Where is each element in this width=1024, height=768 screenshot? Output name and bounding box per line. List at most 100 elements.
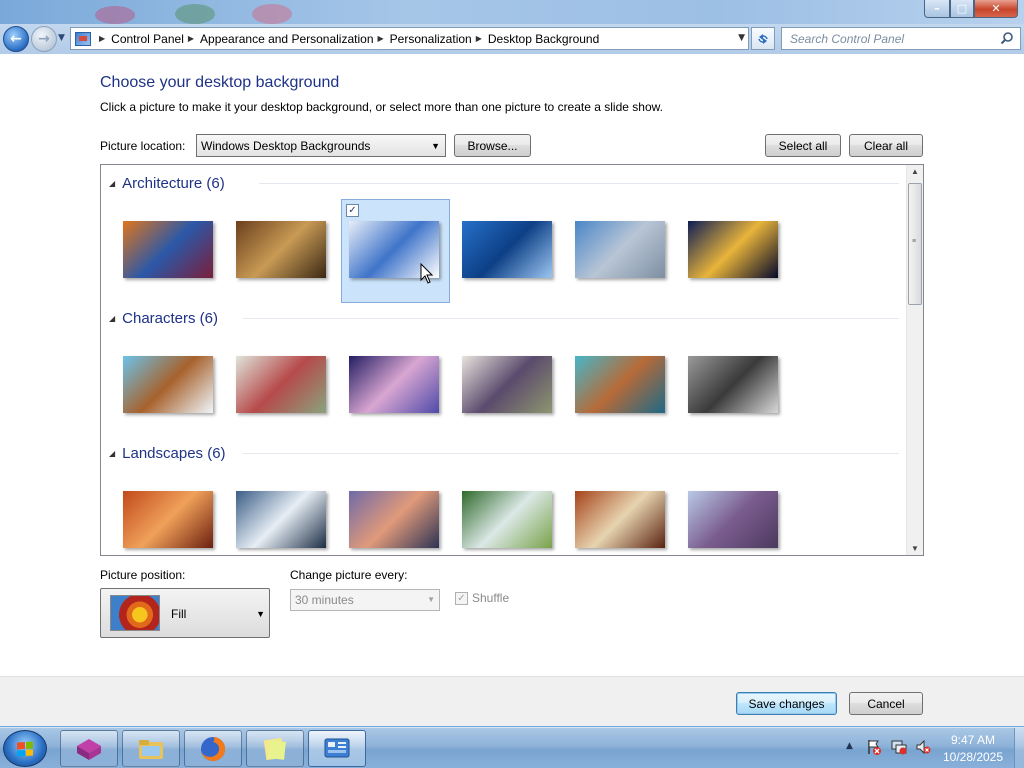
refresh-icon xyxy=(758,33,768,44)
picture-thumbnail-landscapes-5[interactable] xyxy=(575,491,665,548)
taskbar-control-panel[interactable] xyxy=(308,730,366,767)
taskbar-wallpaper-app[interactable] xyxy=(60,730,118,767)
search-icon[interactable] xyxy=(1000,31,1014,45)
save-changes-button[interactable]: Save changes xyxy=(736,692,837,715)
picture-thumbnail-characters-5[interactable] xyxy=(575,356,665,413)
control-panel-icon xyxy=(324,738,350,757)
gallery-scrollbar[interactable]: ▲ ≡ ▼ xyxy=(906,165,923,555)
forward-button[interactable]: → xyxy=(31,26,57,52)
picture-thumbnail-architecture-6[interactable] xyxy=(688,221,778,278)
group-header[interactable]: ◢ Characters (6) xyxy=(109,308,218,328)
main-content: Choose your desktop background Click a p… xyxy=(0,54,1024,676)
show-hidden-icons-button[interactable]: ▲ xyxy=(846,741,853,751)
chevron-right-icon[interactable]: ▶ xyxy=(378,34,384,43)
position-preview-thumbnail xyxy=(110,595,160,631)
page-subtitle: Click a picture to make it your desktop … xyxy=(100,100,663,114)
picture-thumbnail-characters-6[interactable] xyxy=(688,356,778,413)
collapse-triangle-icon[interactable]: ◢ xyxy=(109,314,115,323)
scrollbar-thumb[interactable]: ≡ xyxy=(908,183,922,305)
chevron-down-icon: ▼ xyxy=(256,609,265,619)
picture-thumbnail-landscapes-3[interactable] xyxy=(349,491,439,548)
picture-position-value: Fill xyxy=(171,607,187,621)
scroll-up-icon[interactable]: ▲ xyxy=(911,167,919,176)
cancel-button[interactable]: Cancel xyxy=(849,692,923,715)
picture-checkbox[interactable]: ✓ xyxy=(346,204,359,217)
picture-thumbnail-landscapes-2[interactable] xyxy=(236,491,326,548)
dialog-footer: Save changes Cancel xyxy=(0,676,1024,726)
address-bar[interactable]: ▶ Control Panel ▶ Appearance and Persona… xyxy=(70,27,749,50)
breadcrumb-desktop-background[interactable]: Desktop Background xyxy=(488,32,599,46)
chevron-down-icon: ▼ xyxy=(427,595,435,604)
interval-value: 30 minutes xyxy=(295,593,354,607)
start-button[interactable] xyxy=(3,730,47,767)
grip-icon: ≡ xyxy=(912,238,917,245)
taskbar: ▲ 9:47 AM 10/28/2025 xyxy=(0,727,1024,768)
picture-location-select[interactable]: Windows Desktop Backgrounds ▼ xyxy=(196,134,446,157)
browse-button[interactable]: Browse... xyxy=(454,134,531,157)
picture-position-select[interactable]: Fill ▼ xyxy=(100,588,270,638)
picture-thumbnail-characters-3[interactable] xyxy=(349,356,439,413)
breadcrumb-personalization[interactable]: Personalization xyxy=(390,32,472,46)
action-center-icon[interactable] xyxy=(866,739,882,755)
group-header[interactable]: ◢ Landscapes (6) xyxy=(109,443,226,463)
picture-location-label: Picture location: xyxy=(100,139,186,153)
control-panel-icon xyxy=(75,31,91,46)
network-icon[interactable] xyxy=(891,739,907,755)
chevron-right-icon[interactable]: ▶ xyxy=(188,34,194,43)
page-title: Choose your desktop background xyxy=(100,74,340,91)
picture-thumbnail-architecture-4[interactable] xyxy=(462,221,552,278)
clear-all-button[interactable]: Clear all xyxy=(849,134,923,157)
group-divider xyxy=(243,453,899,454)
collapse-triangle-icon[interactable]: ◢ xyxy=(109,449,115,458)
picture-position-label: Picture position: xyxy=(100,568,186,582)
search-input[interactable]: Search Control Panel xyxy=(781,27,1021,50)
picture-thumbnail-characters-2[interactable] xyxy=(236,356,326,413)
scroll-down-icon[interactable]: ▼ xyxy=(911,544,919,553)
back-button[interactable]: ← xyxy=(3,26,29,52)
picture-thumbnail-architecture-5[interactable] xyxy=(575,221,665,278)
select-all-button[interactable]: Select all xyxy=(765,134,841,157)
windows-logo-icon xyxy=(17,741,33,757)
firefox-icon xyxy=(201,736,226,761)
picture-location-value: Windows Desktop Backgrounds xyxy=(201,138,371,153)
taskbar-notes-app[interactable] xyxy=(246,730,304,767)
refresh-button[interactable] xyxy=(751,27,775,50)
mouse-cursor-icon xyxy=(420,263,434,284)
change-picture-interval-select: 30 minutes ▼ xyxy=(290,589,440,611)
picture-thumbnail-architecture-2[interactable] xyxy=(236,221,326,278)
recent-pages-dropdown-icon[interactable]: ▼ xyxy=(58,33,65,43)
group-title: Landscapes (6) xyxy=(122,444,226,462)
chevron-right-icon[interactable]: ▶ xyxy=(476,34,482,43)
picture-thumbnail-landscapes-4[interactable] xyxy=(462,491,552,548)
breadcrumb-control-panel[interactable]: Control Panel xyxy=(111,32,184,46)
clock-date[interactable]: 10/28/2025 xyxy=(930,750,1016,764)
taskbar-firefox[interactable] xyxy=(184,730,242,767)
picture-thumbnail-architecture-1[interactable] xyxy=(123,221,213,278)
wallpaper-app-icon xyxy=(77,738,101,760)
group-divider xyxy=(258,183,899,184)
breadcrumb-appearance[interactable]: Appearance and Personalization xyxy=(200,32,373,46)
title-bar: – □ ✕ xyxy=(0,0,1024,24)
picture-thumbnail-characters-4[interactable] xyxy=(462,356,552,413)
notes-icon xyxy=(263,737,286,760)
taskbar-file-explorer[interactable] xyxy=(122,730,180,767)
group-divider xyxy=(243,318,899,319)
shuffle-checkbox: ✓ xyxy=(455,592,468,605)
desktop-decoration xyxy=(175,4,215,24)
minimize-button[interactable]: – xyxy=(924,0,950,18)
picture-thumbnail-characters-1[interactable] xyxy=(123,356,213,413)
picture-thumbnail-landscapes-1[interactable] xyxy=(123,491,213,548)
picture-thumbnail-landscapes-6[interactable] xyxy=(688,491,778,548)
desktop-decoration xyxy=(252,4,292,24)
clock-time[interactable]: 9:47 AM xyxy=(930,733,1016,747)
group-header[interactable]: ◢ Architecture (6) xyxy=(109,173,225,193)
close-button[interactable]: ✕ xyxy=(974,0,1018,18)
show-desktop-button[interactable] xyxy=(1014,728,1024,768)
picture-gallery[interactable]: ◢ Architecture (6) ✓ ◢ Characters (6) ◢ Landsc… xyxy=(100,164,924,556)
group-title: Architecture (6) xyxy=(122,174,225,192)
maximize-button[interactable]: □ xyxy=(950,0,974,18)
volume-muted-icon[interactable] xyxy=(915,739,931,755)
collapse-triangle-icon[interactable]: ◢ xyxy=(109,179,115,188)
address-dropdown-icon[interactable]: ▼ xyxy=(738,33,745,43)
chevron-right-icon[interactable]: ▶ xyxy=(99,34,105,43)
